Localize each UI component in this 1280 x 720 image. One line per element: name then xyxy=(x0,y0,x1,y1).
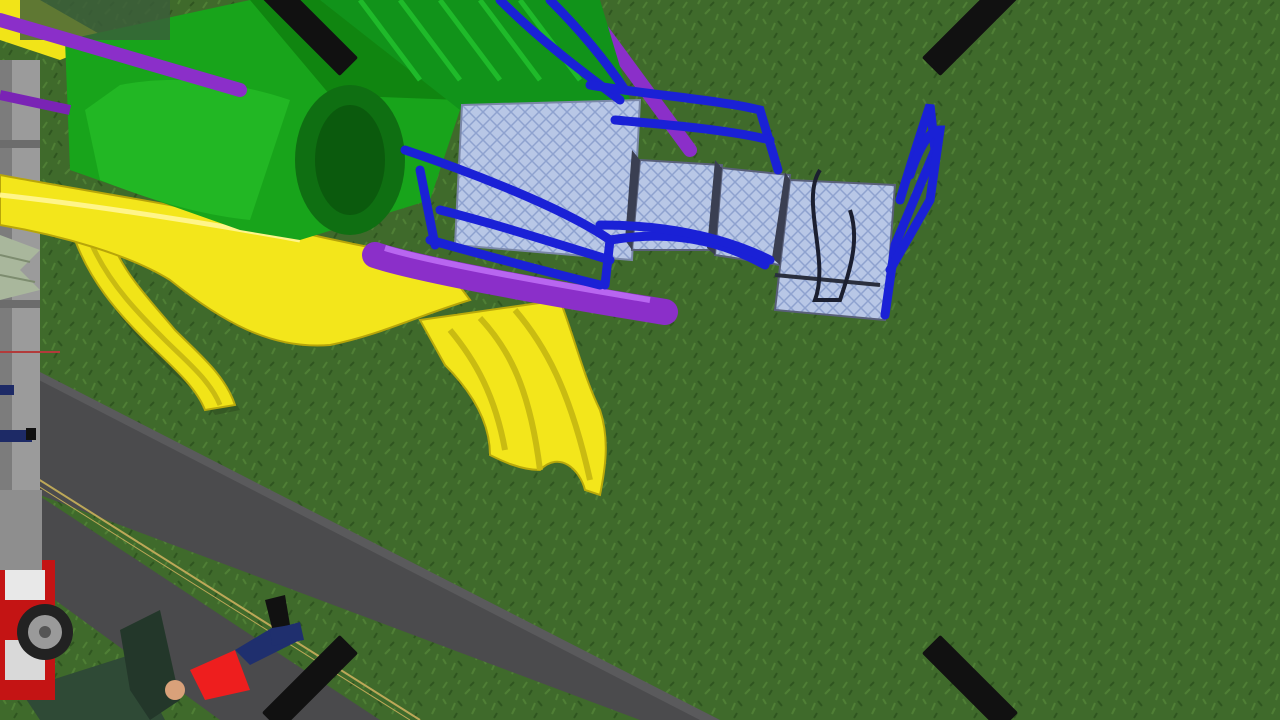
scene-render xyxy=(0,0,1280,720)
drone-camera-view xyxy=(0,0,1280,720)
light-pole xyxy=(0,490,42,570)
